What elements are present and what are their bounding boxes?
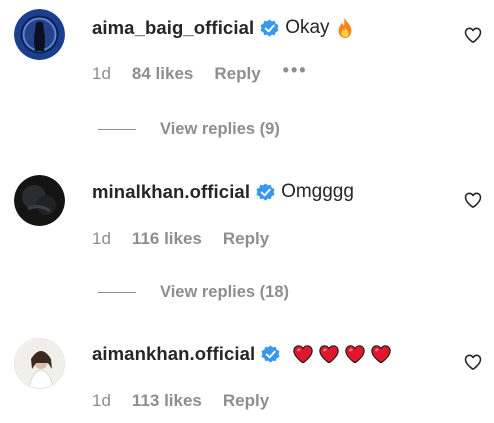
comment-likes-count[interactable]: 113 likes <box>132 391 202 411</box>
reply-button[interactable]: Reply <box>223 229 269 249</box>
comment-username[interactable]: aima_baig_official <box>92 17 254 39</box>
red-heart-emoji-icon <box>319 345 339 364</box>
comment-likes-count[interactable]: 116 likes <box>132 229 202 249</box>
like-heart-icon[interactable] <box>463 352 483 372</box>
view-replies-label: View replies (18) <box>160 282 290 301</box>
comment-username[interactable]: minalkhan.official <box>92 181 250 203</box>
more-options-button[interactable]: ••• <box>283 60 308 81</box>
avatar-image <box>14 175 65 226</box>
verified-badge-icon <box>260 18 279 37</box>
comment-timestamp: 1d <box>92 64 111 83</box>
verified-badge-icon <box>256 182 275 201</box>
replies-divider <box>98 128 136 130</box>
replies-divider <box>98 291 136 293</box>
reply-button[interactable]: Reply <box>223 391 269 411</box>
comment-likes-count[interactable]: 84 likes <box>132 64 193 84</box>
view-replies-button[interactable]: View replies (9) <box>98 118 280 140</box>
fire-emoji-icon <box>338 17 351 39</box>
red-heart-emoji-icon <box>345 345 365 364</box>
comment-username[interactable]: aimankhan.official <box>92 343 255 365</box>
reply-button[interactable]: Reply <box>214 64 260 84</box>
view-replies-label: View replies (9) <box>160 119 280 138</box>
comment-timestamp: 1d <box>92 391 111 410</box>
avatar[interactable] <box>14 175 65 226</box>
verified-badge-icon <box>261 344 280 363</box>
avatar[interactable] <box>14 9 65 60</box>
view-replies-button[interactable]: View replies (18) <box>98 281 289 303</box>
like-heart-icon[interactable] <box>463 25 483 45</box>
avatar-image <box>14 9 65 60</box>
comment-timestamp: 1d <box>92 229 111 248</box>
comment-text: Omgggg <box>281 181 354 202</box>
like-heart-icon[interactable] <box>463 190 483 210</box>
red-heart-emoji-icon <box>293 345 313 364</box>
avatar[interactable] <box>14 338 65 389</box>
red-heart-emoji-icon <box>371 345 391 364</box>
avatar-image <box>15 339 64 388</box>
comment-text: Okay <box>285 17 330 38</box>
